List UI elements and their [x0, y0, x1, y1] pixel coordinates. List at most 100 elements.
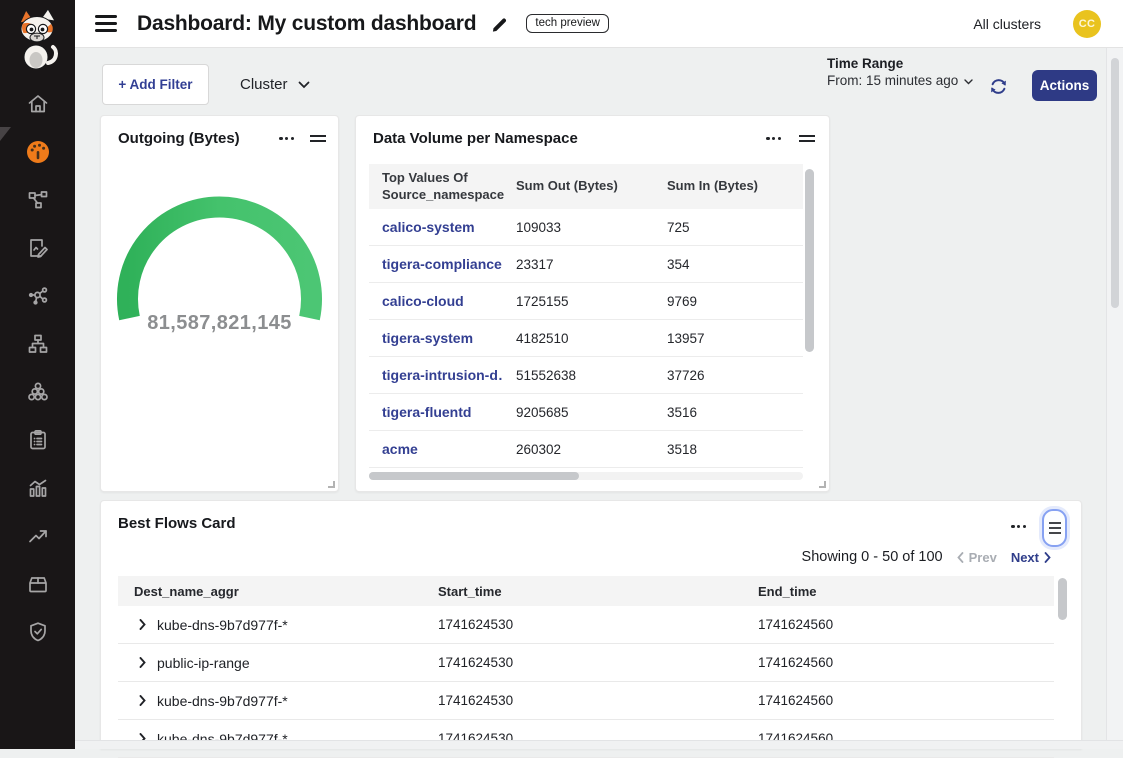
- card-drag-handle-focused[interactable]: [1042, 509, 1067, 547]
- sum-in-value: 37726: [654, 368, 803, 383]
- sum-in-value: 725: [654, 220, 803, 235]
- sidebar-item-dashboard-active[interactable]: [0, 130, 75, 178]
- namespace-link[interactable]: tigera-system: [369, 330, 503, 346]
- flows-table: Dest_name_aggr Start_time End_time kube-…: [118, 576, 1054, 758]
- card-menu-icon[interactable]: [766, 137, 781, 140]
- sum-in-value: 354: [654, 257, 803, 272]
- table-row: kube-dns-9b7d977f-* 1741624530 174162456…: [118, 606, 1054, 644]
- sidebar-item-clusters[interactable]: [0, 370, 75, 418]
- sidebar-item-trends[interactable]: [0, 514, 75, 562]
- bar-chart-icon: [26, 476, 50, 505]
- column-header: Top Values Of Source_namespace: [369, 164, 503, 209]
- prev-page-button[interactable]: Prev: [957, 550, 997, 565]
- page-scrollbar[interactable]: [1106, 48, 1123, 740]
- sum-in-value: 3518: [654, 442, 803, 457]
- expand-row-chevron-icon[interactable]: [139, 695, 146, 706]
- expand-row-chevron-icon[interactable]: [139, 619, 146, 630]
- next-page-button[interactable]: Next: [1011, 550, 1051, 565]
- sidebar-item-tasks[interactable]: [0, 418, 75, 466]
- best-flows-card: Best Flows Card Showing 0 - 50 of 100 Pr…: [100, 500, 1082, 749]
- user-avatar[interactable]: CC: [1073, 10, 1101, 38]
- cluster-dropdown[interactable]: Cluster: [240, 64, 310, 105]
- outgoing-bytes-card: Outgoing (Bytes) 81,587,821,145: [100, 115, 339, 492]
- table-row: calico-system 109033 725: [369, 209, 803, 246]
- sum-out-value: 109033: [503, 220, 654, 235]
- sidebar-item-statistics[interactable]: [0, 466, 75, 514]
- sidebar-nav: [0, 82, 75, 658]
- page-horizontal-scrollbar[interactable]: [75, 740, 1123, 749]
- time-range-selector[interactable]: From: 15 minutes ago: [827, 73, 973, 88]
- card-drag-handle-icon[interactable]: [310, 132, 326, 145]
- horizontal-scrollbar-thumb[interactable]: [369, 472, 579, 480]
- card-resize-handle[interactable]: [819, 481, 826, 488]
- report-edit-icon: [26, 236, 50, 265]
- sum-in-value: 3516: [654, 405, 803, 420]
- namespace-link[interactable]: tigera-intrusion-d…: [369, 367, 503, 383]
- card-resize-handle[interactable]: [328, 481, 335, 488]
- cluster-selector[interactable]: All clusters: [973, 16, 1041, 32]
- edit-pencil-icon[interactable]: [490, 14, 510, 34]
- sidebar-item-security[interactable]: [0, 610, 75, 658]
- page-title: Dashboard: My custom dashboard: [137, 12, 476, 36]
- table-row: public-ip-range 1741624530 1741624560: [118, 644, 1054, 682]
- table-row: kube-dns-9b7d977f-* 1741624530 174162456…: [118, 682, 1054, 720]
- sidebar-item-home[interactable]: [0, 82, 75, 130]
- card-title: Best Flows Card: [118, 515, 236, 532]
- namespace-link[interactable]: calico-system: [369, 219, 503, 235]
- table-row: acme 260302 3518: [369, 431, 803, 468]
- refresh-button[interactable]: [988, 76, 1009, 102]
- cluster-circles-icon: [26, 380, 50, 409]
- sum-out-value: 1725155: [503, 294, 654, 309]
- sidebar-item-service-topology[interactable]: [0, 178, 75, 226]
- vertical-scrollbar-thumb[interactable]: [805, 169, 814, 352]
- dashboard-gauge-icon: [25, 139, 51, 170]
- card-menu-icon[interactable]: [1011, 525, 1026, 528]
- card-title: Outgoing (Bytes): [118, 130, 240, 147]
- actions-button[interactable]: Actions: [1032, 70, 1097, 101]
- namespace-link[interactable]: tigera-compliance: [369, 256, 503, 272]
- table-row: tigera-system 4182510 13957: [369, 320, 803, 357]
- column-header: Start_time: [428, 584, 748, 599]
- cluster-dropdown-label: Cluster: [240, 76, 288, 93]
- showing-range-text: Showing 0 - 50 of 100: [802, 549, 943, 565]
- column-header: Dest_name_aggr: [118, 584, 428, 599]
- vertical-scrollbar-thumb[interactable]: [1058, 578, 1067, 620]
- share-network-icon: [26, 284, 50, 313]
- start-time: 1741624530: [428, 617, 748, 632]
- time-range-block: Time Range From: 15 minutes ago: [827, 56, 973, 88]
- refresh-icon: [988, 84, 1009, 101]
- tech-preview-badge: tech preview: [526, 14, 609, 33]
- end-time: 1741624560: [748, 617, 1054, 632]
- sum-in-value: 13957: [654, 331, 803, 346]
- dest-name: kube-dns-9b7d977f-*: [157, 693, 288, 709]
- sidebar-item-network-map[interactable]: [0, 322, 75, 370]
- namespace-link[interactable]: calico-cloud: [369, 293, 503, 309]
- sidebar-item-storage[interactable]: [0, 562, 75, 610]
- storage-box-icon: [26, 572, 50, 601]
- calico-cat-logo[interactable]: [0, 0, 75, 76]
- table-row: calico-cloud 1725155 9769: [369, 283, 803, 320]
- namespace-link[interactable]: acme: [369, 441, 503, 457]
- end-time: 1741624560: [748, 655, 1054, 670]
- sum-out-value: 9205685: [503, 405, 654, 420]
- sum-out-value: 260302: [503, 442, 654, 457]
- card-drag-handle-icon[interactable]: [799, 132, 815, 145]
- page-scrollbar-thumb[interactable]: [1111, 58, 1119, 308]
- filter-row: + Add Filter Cluster Time Range From: 15…: [75, 48, 1123, 110]
- sum-out-value: 51552638: [503, 368, 654, 383]
- table-row: kube-dns-9b7d977f-* 1741624530 174162456…: [118, 720, 1054, 758]
- table-row: tigera-compliance 23317 354: [369, 246, 803, 283]
- horizontal-scrollbar[interactable]: [369, 472, 803, 480]
- trend-arrow-icon: [26, 524, 50, 553]
- add-filter-button[interactable]: + Add Filter: [102, 64, 209, 105]
- table-header-row: Top Values Of Source_namespace Sum Out (…: [369, 164, 803, 209]
- sidebar-item-connections[interactable]: [0, 274, 75, 322]
- sidebar-item-reports[interactable]: [0, 226, 75, 274]
- expand-row-chevron-icon[interactable]: [139, 657, 146, 668]
- card-menu-icon[interactable]: [279, 137, 294, 140]
- table-row: tigera-fluentd 9205685 3516: [369, 394, 803, 431]
- hamburger-menu-icon[interactable]: [95, 11, 117, 36]
- chevron-down-icon: [964, 73, 973, 88]
- chevron-down-icon: [298, 76, 310, 93]
- namespace-link[interactable]: tigera-fluentd: [369, 404, 503, 420]
